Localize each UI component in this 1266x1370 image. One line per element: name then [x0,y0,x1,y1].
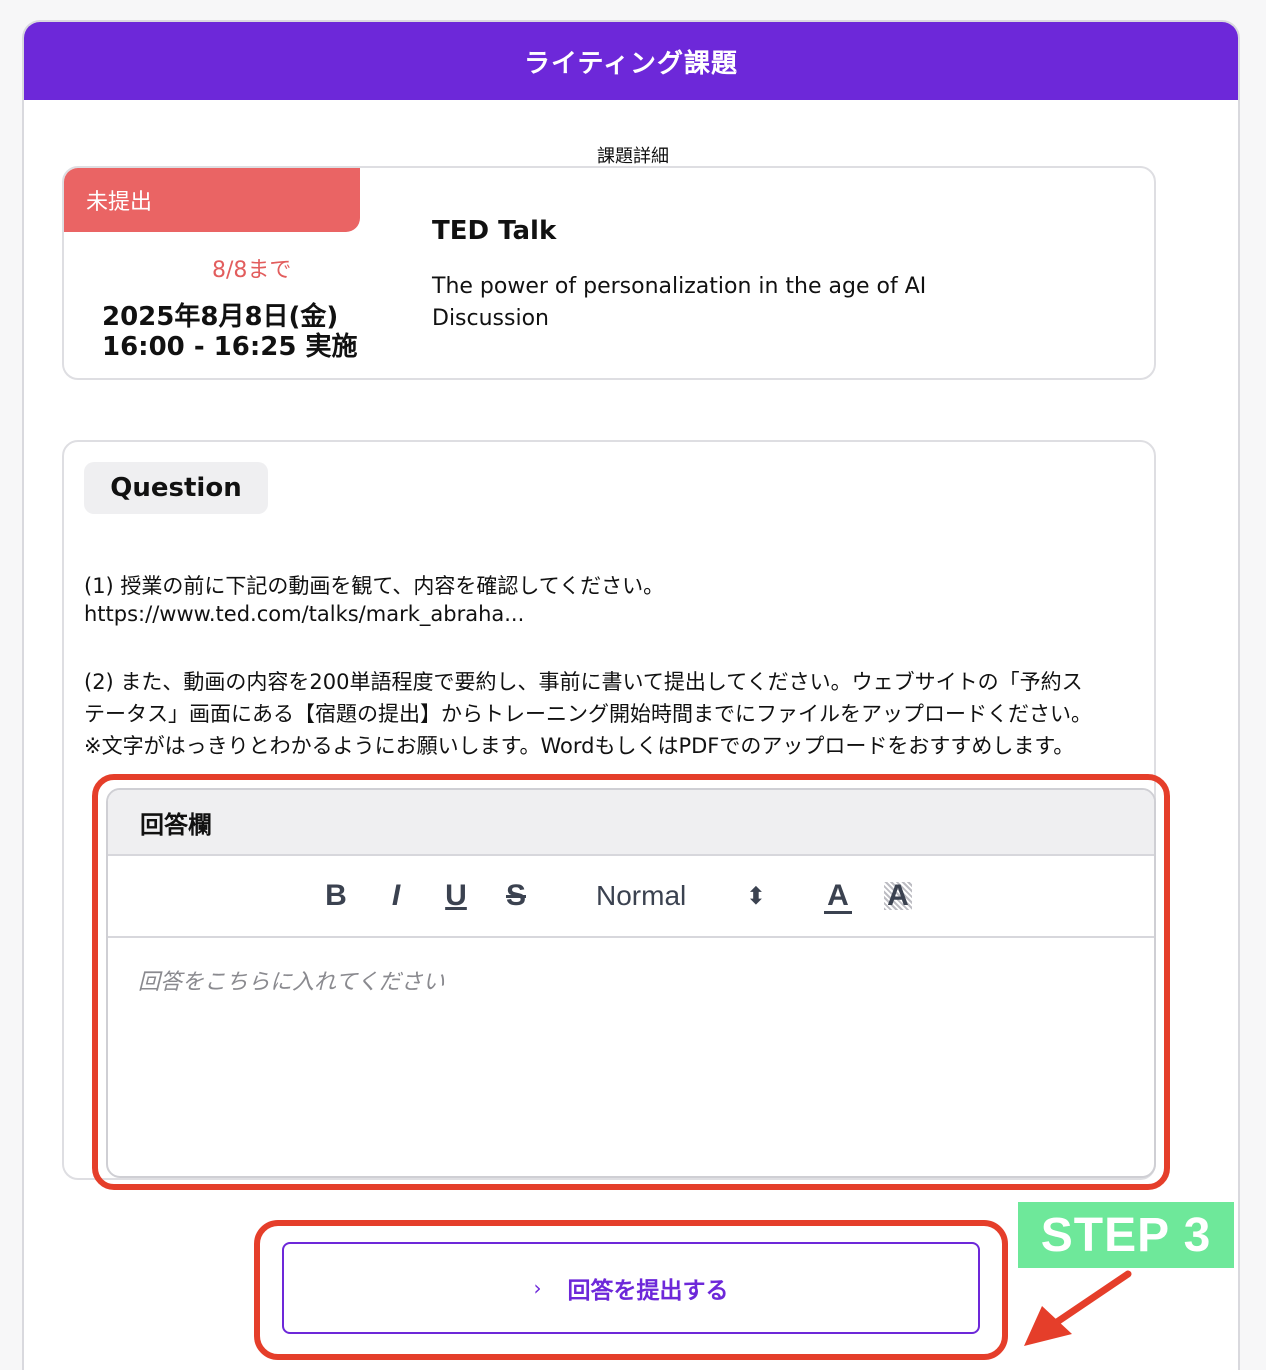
answer-editor[interactable]: 回答をこちらに入れてください [108,938,1154,1176]
question-text-line: テータス」画面にある【宿題の提出】からトレーニング開始時間までにファイルをアップ… [84,702,1092,726]
text-color-icon: A [827,879,849,912]
chevron-right-icon: › [533,1276,542,1300]
question-text-line: ※文字がはっきりとわかるようにお願いします。WordもしくはPDFでのアップロー… [84,734,1075,758]
question-link[interactable]: https://www.ted.com/talks/mark_abraha... [84,602,524,626]
arrow-pointer-icon [1024,1270,1132,1346]
color-bar [824,911,852,914]
page-title: ライティング課題 [524,48,738,79]
submit-answer-label: 回答を提出する [567,1278,729,1304]
answer-heading-label: 回答欄 [140,810,212,839]
answer-heading: 回答欄 [108,790,1154,856]
italic-button[interactable]: I [378,878,414,914]
select-arrows-icon: ⬍ [745,882,766,910]
background-color-icon: A [887,879,909,912]
page-header: ライティング課題 [24,22,1238,100]
underline-button[interactable]: U [438,878,474,914]
status-badge: 未提出 [64,168,360,232]
task-description-line: The power of personalization in the age … [432,274,927,299]
step-badge: STEP 3 [1018,1202,1234,1268]
status-badge-label: 未提出 [86,190,153,215]
editor-toolbar: B I U S Normal ⬍ A A [108,856,1154,938]
section-label: 課題詳細 [597,146,669,167]
session-time: 16:00 - 16:25 実施 [102,332,358,362]
submit-answer-button[interactable]: › 回答を提出する [282,1242,980,1334]
background-color-button[interactable]: A [880,878,916,914]
answer-box: 回答欄 B I U S Normal ⬍ A A 回答をこちらに入れてください [106,788,1156,1178]
question-text-line: (1) 授業の前に下記の動画を観て、内容を確認してください。 [84,574,665,598]
question-label: Question [84,462,268,514]
bold-button[interactable]: B [318,878,354,914]
deadline-text: 8/8まで [212,258,292,283]
question-text-line: (2) また、動画の内容を200単語程度で要約し、事前に書いて提出してください。… [84,670,1083,694]
format-select-value: Normal [596,880,687,911]
task-description-line: Discussion [432,306,549,331]
text-color-button[interactable]: A [820,878,856,914]
format-select[interactable]: Normal ⬍ [596,876,766,916]
task-title: TED Talk [432,216,557,246]
editor-placeholder: 回答をこちらに入れてください [138,970,445,995]
task-detail-card: 未提出 8/8まで 2025年8月8日(金) 16:00 - 16:25 実施 … [62,166,1156,380]
strikethrough-button[interactable]: S [498,878,534,914]
